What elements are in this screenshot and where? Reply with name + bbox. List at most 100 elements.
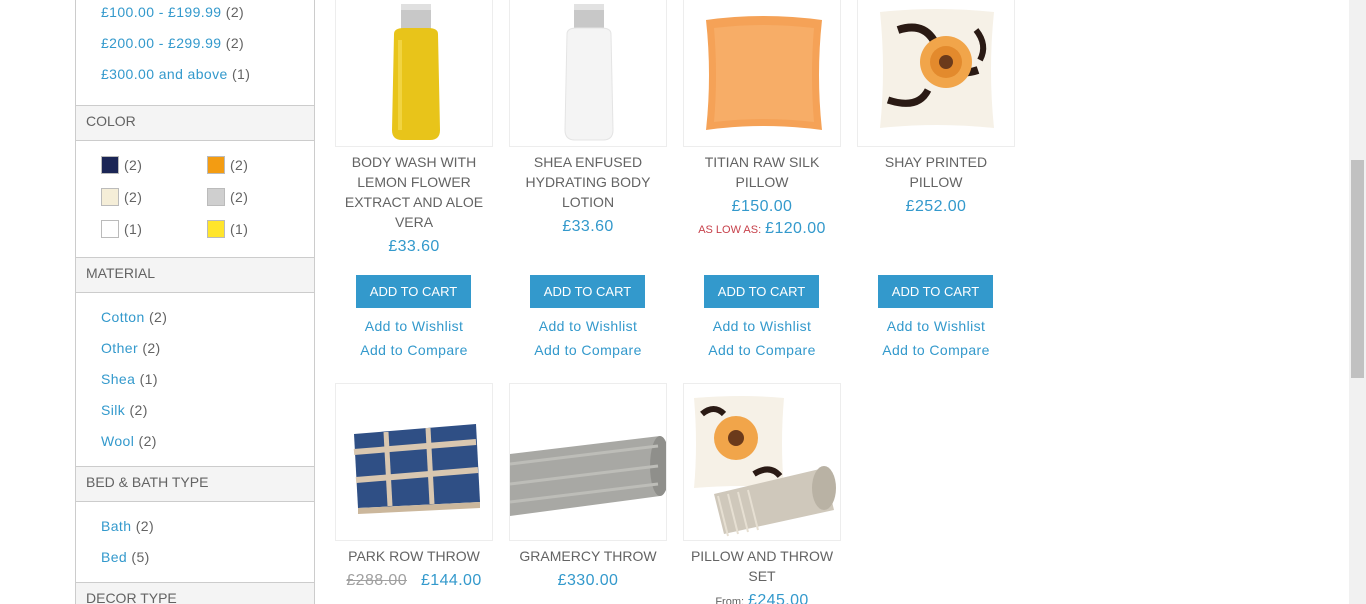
add-to-wishlist-link[interactable]: Add to Wishlist: [682, 318, 842, 334]
material-filter-wool[interactable]: Wool (2): [101, 426, 314, 457]
product-name[interactable]: GRAMERCY THROW: [508, 546, 668, 566]
layered-navigation: £100.00 - £199.99 (2) £200.00 - £299.99 …: [75, 0, 315, 604]
product-name[interactable]: BODY WASH WITH LEMON FLOWER EXTRACT AND …: [334, 152, 494, 232]
swatch-count: (2): [124, 189, 143, 205]
filter-label: Silk: [101, 402, 126, 418]
decor-filter-heading[interactable]: DECOR TYPE: [76, 582, 314, 604]
material-filter-cotton[interactable]: Cotton (2): [101, 302, 314, 333]
swatch-cream: [101, 188, 119, 206]
color-swatch-orange[interactable]: (2): [207, 155, 313, 175]
product-image[interactable]: [683, 383, 841, 541]
product-image[interactable]: [509, 0, 667, 147]
add-to-cart-button[interactable]: ADD TO CART: [878, 275, 993, 308]
product-item: PILLOW AND THROW SET From: £245.00: [682, 383, 842, 604]
add-to-cart-button[interactable]: ADD TO CART: [530, 275, 645, 308]
material-filter-silk[interactable]: Silk (2): [101, 395, 314, 426]
add-to-compare-link[interactable]: Add to Compare: [682, 342, 842, 358]
bed-bath-filter-bath[interactable]: Bath (2): [101, 511, 314, 542]
swatch-count: (1): [124, 221, 143, 237]
add-to-wishlist-link[interactable]: Add to Wishlist: [508, 318, 668, 334]
color-filter-heading[interactable]: COLOR: [76, 105, 314, 141]
material-filter-shea[interactable]: Shea (1): [101, 364, 314, 395]
filter-label: £200.00 - £299.99: [101, 35, 222, 51]
old-price: £288.00: [346, 572, 407, 589]
product-price-row: From: £245.00: [682, 592, 842, 604]
product-name[interactable]: SHEA ENFUSED HYDRATING BODY LOTION: [508, 152, 668, 212]
price-filter-100-199[interactable]: £100.00 - £199.99 (2): [101, 0, 314, 28]
product-image[interactable]: [335, 0, 493, 147]
swatch-count: (2): [230, 157, 249, 173]
product-image[interactable]: [509, 383, 667, 541]
bed-bath-filter-bed[interactable]: Bed (5): [101, 542, 314, 573]
product-price: £252.00: [905, 198, 967, 215]
special-price: £144.00: [421, 572, 482, 589]
product-item: SHEA ENFUSED HYDRATING BODY LOTION £33.6…: [508, 0, 668, 236]
price-filter-list: £100.00 - £199.99 (2) £200.00 - £299.99 …: [76, 0, 314, 90]
product-item: TITIAN RAW SILK PILLOW £150.00 AS LOW AS…: [682, 0, 842, 238]
swatch-grey: [207, 188, 225, 206]
page-scrollbar[interactable]: [1349, 0, 1366, 604]
bed-bath-filter-list: Bath (2) Bed (5): [76, 502, 314, 582]
product-price-row: £288.00 £144.00: [334, 572, 494, 590]
product-item: GRAMERCY THROW £330.00: [508, 383, 668, 590]
grey-throw-image: [510, 436, 666, 516]
filter-count: (2): [148, 309, 168, 325]
product-price: £33.60: [388, 238, 440, 255]
from-label: From:: [715, 596, 745, 604]
product-image[interactable]: [683, 0, 841, 147]
product-name[interactable]: PARK ROW THROW: [334, 546, 494, 566]
filter-label: £300.00 and above: [101, 66, 228, 82]
product-item: BODY WASH WITH LEMON FLOWER EXTRACT AND …: [334, 0, 494, 256]
product-name[interactable]: SHAY PRINTED PILLOW: [856, 152, 1016, 192]
filter-label: Wool: [101, 433, 135, 449]
from-price: £245.00: [748, 592, 809, 604]
product-price: £33.60: [562, 218, 614, 235]
low-price: £120.00: [765, 220, 826, 237]
filter-count: (2): [142, 340, 161, 356]
add-to-cart-button[interactable]: ADD TO CART: [704, 275, 819, 308]
color-swatch-grey[interactable]: (2): [207, 187, 313, 207]
price-filter-200-299[interactable]: £200.00 - £299.99 (2): [101, 28, 314, 59]
as-low-as-label: AS LOW AS:: [698, 224, 762, 236]
filter-count: (2): [225, 4, 245, 20]
color-swatch-yellow[interactable]: (1): [207, 219, 313, 239]
product-item: SHAY PRINTED PILLOW £252.00: [856, 0, 1016, 216]
filter-count: (2): [135, 518, 155, 534]
swatch-navy: [101, 156, 119, 174]
product-image[interactable]: [335, 383, 493, 541]
low-price-row: AS LOW AS: £120.00: [682, 220, 842, 238]
color-swatch-white[interactable]: (1): [101, 219, 207, 239]
add-to-wishlist-link[interactable]: Add to Wishlist: [334, 318, 494, 334]
add-to-cart-button[interactable]: ADD TO CART: [356, 275, 471, 308]
add-to-compare-link[interactable]: Add to Compare: [334, 342, 494, 358]
swatch-count: (1): [230, 221, 249, 237]
scrollbar-thumb[interactable]: [1351, 160, 1364, 378]
bed-bath-filter-heading[interactable]: BED & BATH TYPE: [76, 466, 314, 502]
product-name[interactable]: PILLOW AND THROW SET: [682, 546, 842, 586]
pillow-throw-set-image: [694, 396, 836, 537]
product-price: £330.00: [557, 572, 619, 589]
orange-pillow-image: [706, 16, 822, 130]
material-filter-other[interactable]: Other (2): [101, 333, 314, 364]
color-swatch-cream[interactable]: (2): [101, 187, 207, 207]
color-swatch-grid: (2) (2) (2) (2) (1) (1): [76, 141, 314, 257]
bottle-white-image: [564, 4, 614, 141]
add-to-wishlist-link[interactable]: Add to Wishlist: [856, 318, 1016, 334]
swatch-count: (2): [230, 189, 249, 205]
filter-label: Other: [101, 340, 139, 356]
filter-count: (2): [138, 433, 157, 449]
filter-count: (1): [232, 66, 251, 82]
product-image[interactable]: [857, 0, 1015, 147]
product-name[interactable]: TITIAN RAW SILK PILLOW: [682, 152, 842, 192]
add-to-compare-link[interactable]: Add to Compare: [508, 342, 668, 358]
product-price: £150.00: [731, 198, 793, 215]
price-filter-300-above[interactable]: £300.00 and above (1): [101, 59, 314, 90]
filter-label: Bed: [101, 549, 128, 565]
swatch-orange: [207, 156, 225, 174]
filter-label: £100.00 - £199.99: [101, 4, 222, 20]
add-to-compare-link[interactable]: Add to Compare: [856, 342, 1016, 358]
printed-pillow-image: [880, 9, 994, 128]
color-swatch-navy[interactable]: (2): [101, 155, 207, 175]
filter-label: Cotton: [101, 309, 145, 325]
material-filter-heading[interactable]: MATERIAL: [76, 257, 314, 293]
